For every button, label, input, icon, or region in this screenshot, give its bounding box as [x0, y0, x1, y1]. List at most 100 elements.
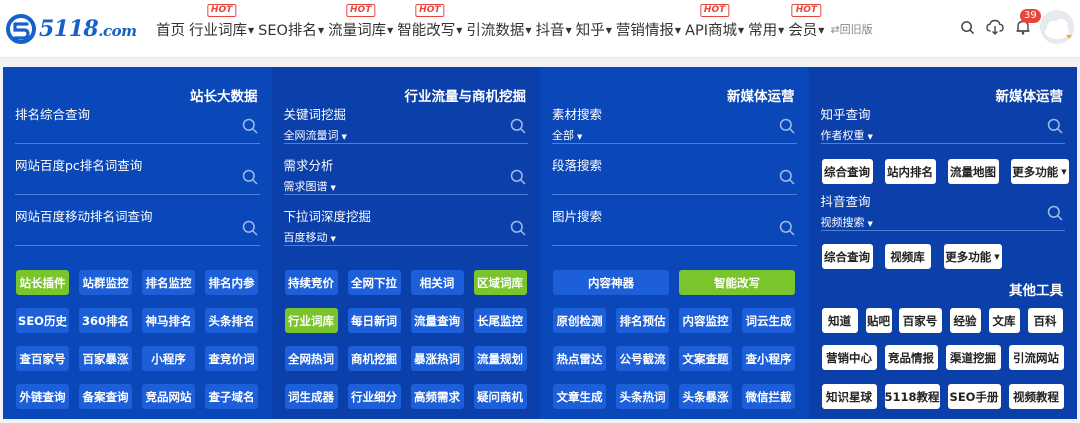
tool-button[interactable]: 站内排名	[884, 159, 936, 184]
query-label[interactable]: 下拉词深度挖掘	[284, 206, 372, 225]
tool-button[interactable]: 站长插件	[16, 270, 69, 295]
query-label[interactable]: 抖音查询	[821, 191, 871, 210]
search-icon[interactable]	[510, 118, 526, 134]
search-icon[interactable]	[958, 18, 976, 36]
query-select[interactable]: 视频搜索 ▼	[821, 214, 873, 230]
tool-button[interactable]: 相关词	[410, 270, 464, 295]
tool-button[interactable]: 查小程序	[742, 346, 795, 371]
query-label[interactable]: 关键词挖掘	[284, 104, 347, 123]
query-label[interactable]: 网站百度移动排名词查询	[15, 206, 153, 225]
site-logo[interactable]: 5118.com	[6, 12, 137, 46]
tool-button[interactable]: 经验	[949, 308, 981, 333]
query-select[interactable]: 全网流量词 ▼	[284, 127, 347, 143]
tool-button[interactable]: 长尾监控	[473, 308, 527, 333]
tool-button[interactable]: 查竞价词	[205, 346, 258, 371]
tool-button[interactable]: 区域词库	[473, 270, 527, 295]
tool-button[interactable]: 持续竞价	[284, 270, 338, 295]
nav-item[interactable]: 引流数据▼	[466, 19, 531, 40]
tool-button[interactable]: 备案查询	[79, 384, 132, 409]
tool-button[interactable]: 头条排名	[205, 308, 258, 333]
tool-button[interactable]: 智能改写	[679, 270, 795, 295]
tool-button[interactable]: 视频库	[884, 244, 931, 269]
nav-item[interactable]: 会员▼ HOT	[788, 3, 824, 40]
tool-button[interactable]: SEO手册	[947, 384, 1001, 409]
tool-button[interactable]: 文案查题	[679, 346, 732, 371]
tool-button[interactable]: 渠道挖掘	[945, 345, 1001, 370]
tool-button[interactable]: 头条暴涨	[679, 384, 732, 409]
query-label[interactable]: 图片搜索	[552, 206, 602, 225]
search-icon[interactable]	[510, 220, 526, 236]
query-select[interactable]: 百度移动 ▼	[284, 229, 336, 245]
query-select[interactable]: 全部 ▼	[552, 127, 582, 143]
tool-button[interactable]: 高频需求	[410, 384, 464, 409]
search-icon[interactable]	[1047, 118, 1063, 134]
query-label[interactable]: 排名综合查询	[15, 104, 90, 123]
tool-button[interactable]: 更多功能 ▼	[1010, 159, 1069, 184]
tool-button[interactable]: 查子域名	[205, 384, 258, 409]
nav-item[interactable]: 行业词库▼ HOT	[189, 3, 254, 40]
tool-button[interactable]: 知识星球	[821, 384, 877, 409]
nav-item[interactable]: 抖音▼	[536, 19, 572, 40]
query-label[interactable]: 网站百度pc排名词查询	[15, 155, 142, 174]
query-select[interactable]: 需求图谱 ▼	[284, 178, 336, 194]
tool-button[interactable]: 排名内参	[205, 270, 258, 295]
tool-button[interactable]: 外链查询	[16, 384, 69, 409]
tool-button[interactable]: 营销中心	[821, 345, 877, 370]
tool-button[interactable]: 贴吧	[865, 308, 892, 333]
query-label[interactable]: 需求分析	[284, 155, 334, 174]
tool-button[interactable]: 排名监控	[142, 270, 195, 295]
search-icon[interactable]	[1047, 205, 1063, 221]
query-label[interactable]: 素材搜索	[552, 104, 602, 123]
nav-item[interactable]: 知乎▼	[576, 19, 612, 40]
cloud-download-icon[interactable]	[986, 18, 1004, 36]
tool-button[interactable]: 排名预估	[616, 308, 669, 333]
tool-button[interactable]: 引流网站	[1008, 345, 1064, 370]
tool-button[interactable]: 360排名	[79, 308, 132, 333]
tool-button[interactable]: 流量地图	[947, 159, 999, 184]
tool-button[interactable]: 更多功能 ▼	[943, 244, 1002, 269]
nav-item[interactable]: 常用▼	[748, 19, 784, 40]
tool-button[interactable]: 公号截流	[616, 346, 669, 371]
search-icon[interactable]	[779, 220, 795, 236]
back-to-old-version-link[interactable]: ⇄回旧版	[830, 21, 872, 37]
query-label[interactable]: 段落搜索	[552, 155, 602, 174]
nav-item[interactable]: SEO排名▼	[258, 19, 324, 40]
tool-button[interactable]: 百家暴涨	[79, 346, 132, 371]
tool-button[interactable]: 5118教程	[884, 384, 940, 409]
tool-button[interactable]: 暴涨热词	[410, 346, 464, 371]
tool-button[interactable]: 全网下拉	[347, 270, 401, 295]
nav-item[interactable]: 营销情报▼	[616, 19, 681, 40]
tool-button[interactable]: 综合查询	[821, 244, 873, 269]
query-select[interactable]: 作者权重 ▼	[821, 127, 873, 143]
tool-button[interactable]: 神马排名	[142, 308, 195, 333]
search-icon[interactable]	[510, 169, 526, 185]
search-icon[interactable]	[242, 169, 258, 185]
nav-item[interactable]: API商城▼ HOT	[685, 3, 744, 40]
tool-button[interactable]: 小程序	[142, 346, 195, 371]
tool-button[interactable]: 词生成器	[284, 384, 338, 409]
tool-button[interactable]: 综合查询	[821, 159, 873, 184]
tool-button[interactable]: 百科	[1027, 308, 1063, 333]
tool-button[interactable]: 流量规划	[473, 346, 527, 371]
tool-button[interactable]: 竞品网站	[142, 384, 195, 409]
tool-button[interactable]: 百家号	[898, 308, 942, 333]
tool-button[interactable]: 查百家号	[16, 346, 69, 371]
tool-button[interactable]: 每日新词	[347, 308, 401, 333]
bell-icon[interactable]: 39	[1014, 9, 1041, 36]
query-label[interactable]: 知乎查询	[821, 104, 871, 123]
tool-button[interactable]: 词云生成	[742, 308, 795, 333]
search-icon[interactable]	[779, 169, 795, 185]
tool-button[interactable]: 流量查询	[410, 308, 464, 333]
tool-button[interactable]: 知道	[821, 308, 858, 333]
tool-button[interactable]: 头条热词	[616, 384, 669, 409]
tool-button[interactable]: 竞品情报	[884, 345, 938, 370]
tool-button[interactable]: SEO历史	[16, 308, 69, 333]
tool-button[interactable]: 站群监控	[79, 270, 132, 295]
search-icon[interactable]	[242, 220, 258, 236]
nav-item[interactable]: 流量词库▼ HOT	[328, 3, 393, 40]
nav-item[interactable]: 首页	[156, 19, 185, 40]
tool-button[interactable]: 原创检测	[553, 308, 606, 333]
tool-button[interactable]: 疑问商机	[473, 384, 527, 409]
tool-button[interactable]: 微信拦截	[742, 384, 795, 409]
search-icon[interactable]	[242, 118, 258, 134]
